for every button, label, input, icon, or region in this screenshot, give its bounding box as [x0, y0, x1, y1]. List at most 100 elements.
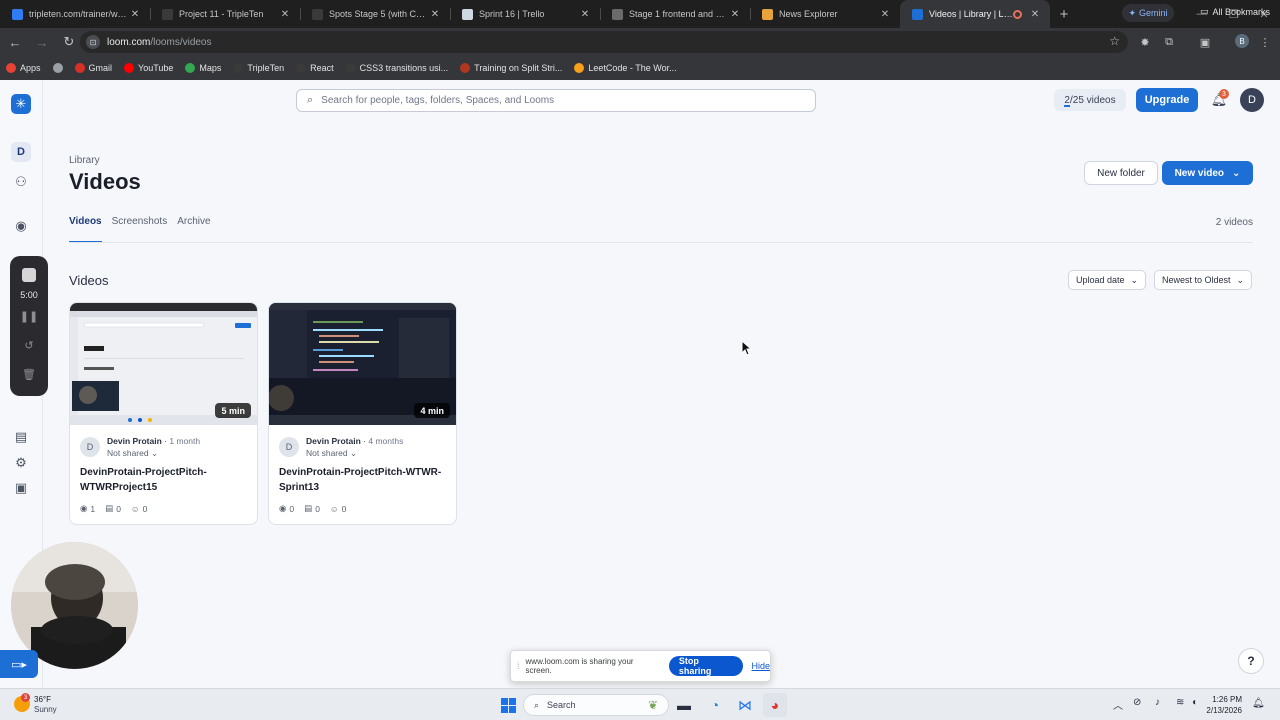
eye-icon: ◉: [80, 503, 88, 513]
bookmark-item[interactable]: [52, 63, 63, 73]
weather-condition[interactable]: Sunny: [34, 705, 57, 714]
chevron-down-icon: ⌄: [1232, 167, 1241, 179]
bookmark-item[interactable]: Maps: [185, 63, 221, 73]
video-card[interactable]: 4 min D Devin Protain · 4 months Not sha…: [268, 302, 457, 525]
close-tab-icon[interactable]: ✕: [428, 9, 442, 20]
invite-user-icon[interactable]: ⚇: [12, 173, 30, 191]
sharing-dropdown[interactable]: Not shared ⌄: [306, 448, 357, 459]
library-icon[interactable]: ▤: [12, 428, 30, 446]
edge-browser-icon[interactable]: ◔: [703, 693, 727, 717]
microphone-icon[interactable]: ♪: [1155, 697, 1160, 708]
loom-logo-icon[interactable]: ✳: [11, 94, 31, 114]
browser-tab[interactable]: News Explorer ✕: [750, 0, 900, 28]
extensions-puzzle-icon[interactable]: ⧉: [1161, 34, 1177, 50]
breadcrumb[interactable]: Library: [69, 155, 100, 166]
bookmark-item[interactable]: CSS3 transitions usi...: [345, 63, 448, 73]
browser-tab[interactable]: tripleten.com/trainer/web/le ✕: [0, 0, 150, 28]
browser-tab[interactable]: Videos | Library | Loom ✕: [900, 0, 1050, 28]
search-input[interactable]: [321, 95, 782, 106]
user-avatar[interactable]: D: [1240, 88, 1264, 112]
video-stats: ◉ 1 ▤ 0 ☺ 0: [80, 503, 147, 514]
new-video-button[interactable]: New video ⌄: [1162, 161, 1253, 185]
browser-tab[interactable]: Project 11 - TripleTen ✕: [150, 0, 300, 28]
bookmark-item[interactable]: React: [296, 63, 334, 73]
pause-icon[interactable]: ❚❚: [19, 308, 39, 324]
system-clock[interactable]: 1:26 PM 2/13/2026: [1200, 694, 1242, 716]
all-bookmarks[interactable]: ▭ All Bookmarks: [1200, 6, 1270, 17]
windows-start-icon[interactable]: [496, 693, 520, 717]
close-tab-icon[interactable]: ✕: [728, 9, 742, 20]
help-button[interactable]: ?: [1238, 648, 1264, 674]
codewars-icon: [460, 63, 471, 73]
bookmark-item[interactable]: Training on Split Stri...: [460, 63, 562, 73]
notification-badge: 3: [1219, 89, 1229, 99]
close-tab-icon[interactable]: ✕: [128, 9, 142, 20]
tab-screenshots[interactable]: Screenshots: [112, 216, 168, 243]
video-card[interactable]: 5 min D Devin Protain · 1 month Not shar…: [69, 302, 258, 525]
browser-tab[interactable]: Spots Stage 5 (with Code Re✕: [300, 0, 450, 28]
drag-handle-icon[interactable]: ⁞: [517, 661, 520, 671]
forward-arrow-icon[interactable]: →: [30, 30, 54, 54]
reload-icon[interactable]: ↻: [57, 30, 81, 54]
chrome-browser-icon[interactable]: ◕: [763, 693, 787, 717]
temperature[interactable]: 36°F: [34, 695, 51, 704]
bookmark-item[interactable]: TripleTen: [233, 63, 284, 73]
stop-sharing-button[interactable]: Stop sharing: [668, 656, 744, 676]
css-icon: [345, 63, 356, 73]
delete-icon[interactable]: 🗑: [19, 366, 39, 382]
bookmark-item[interactable]: Apps: [6, 63, 41, 73]
workspace-avatar[interactable]: D: [11, 142, 31, 162]
author-name: Devin Protain: [306, 436, 361, 446]
screen-record-icon[interactable]: ▣: [12, 479, 30, 497]
sharing-dropdown[interactable]: Not shared ⌄: [107, 448, 158, 459]
chrome-menu-icon[interactable]: ⋮: [1257, 34, 1273, 50]
browser-tab[interactable]: Stage 1 frontend and api by✕: [600, 0, 750, 28]
camera-off-icon[interactable]: ⊘: [1133, 697, 1141, 708]
new-tab-button[interactable]: +: [1050, 0, 1078, 28]
tray-chevron-icon[interactable]: ︿: [1113, 697, 1123, 712]
profile-avatar[interactable]: B: [1235, 34, 1249, 48]
close-tab-icon[interactable]: ✕: [878, 9, 892, 20]
profile-icon[interactable]: ◉: [12, 217, 30, 235]
tab-videos[interactable]: Videos: [69, 216, 102, 243]
bookmark-item[interactable]: LeetCode - The Wor...: [574, 63, 677, 73]
tab-archive[interactable]: Archive: [177, 216, 210, 243]
file-explorer-icon[interactable]: ▬: [672, 693, 696, 717]
vscode-icon[interactable]: ⋈: [733, 693, 757, 717]
bookmark-item[interactable]: Gmail: [74, 63, 112, 73]
stop-recording-button[interactable]: [22, 268, 36, 282]
video-quota-badge[interactable]: 2/25 videos: [1054, 89, 1126, 111]
address-bar[interactable]: ⊡ loom.com/looms/videos ☆: [80, 31, 1128, 53]
back-arrow-icon[interactable]: ←: [3, 30, 27, 54]
video-thumbnail[interactable]: 4 min: [269, 303, 456, 425]
hide-button[interactable]: Hide: [751, 661, 770, 671]
tab-title: tripleten.com/trainer/web/le: [29, 9, 128, 19]
bookmarks-bar: Apps Gmail YouTube Maps TripleTen React CSS3 t…: [0, 56, 1280, 80]
video-title[interactable]: DevinProtain-ProjectPitch-WTWRProject15: [80, 465, 250, 495]
wifi-icon[interactable]: ≋: [1176, 697, 1184, 708]
browser-tab[interactable]: Sprint 16 | Trello ✕: [450, 0, 600, 28]
upgrade-button[interactable]: Upgrade: [1136, 88, 1198, 112]
bookmark-star-icon[interactable]: ☆: [1109, 34, 1120, 48]
video-title[interactable]: DevinProtain-ProjectPitch-WTWR-Sprint13: [279, 465, 449, 495]
close-tab-icon[interactable]: ✕: [1028, 9, 1042, 20]
side-panel-icon[interactable]: ▣: [1197, 34, 1213, 50]
new-folder-button[interactable]: New folder: [1084, 161, 1158, 185]
video-thumbnail[interactable]: 5 min: [70, 303, 257, 425]
gemini-button[interactable]: ✦ Gemini: [1122, 4, 1174, 22]
settings-gear-icon[interactable]: ⚙: [12, 454, 30, 472]
bookmark-label: YouTube: [138, 63, 174, 73]
site-info-icon[interactable]: ⊡: [86, 35, 100, 49]
close-tab-icon[interactable]: ✕: [278, 9, 292, 20]
sort-field-dropdown[interactable]: Upload date ⌄: [1068, 270, 1146, 290]
bookmark-item[interactable]: YouTube: [124, 63, 173, 73]
library-search[interactable]: ⌕: [296, 89, 816, 112]
close-tab-icon[interactable]: ✕: [578, 9, 592, 20]
recording-timer: 5:00: [20, 290, 38, 300]
volume-icon[interactable]: ◖: [1191, 697, 1197, 708]
loom-record-button[interactable]: ▭▸: [0, 650, 38, 678]
loom-extension-icon[interactable]: ✸: [1137, 34, 1153, 50]
restart-icon[interactable]: ↺: [19, 337, 39, 353]
notification-bell-icon[interactable]: 🔔︎: [1252, 698, 1266, 712]
sort-order-dropdown[interactable]: Newest to Oldest ⌄: [1154, 270, 1252, 290]
